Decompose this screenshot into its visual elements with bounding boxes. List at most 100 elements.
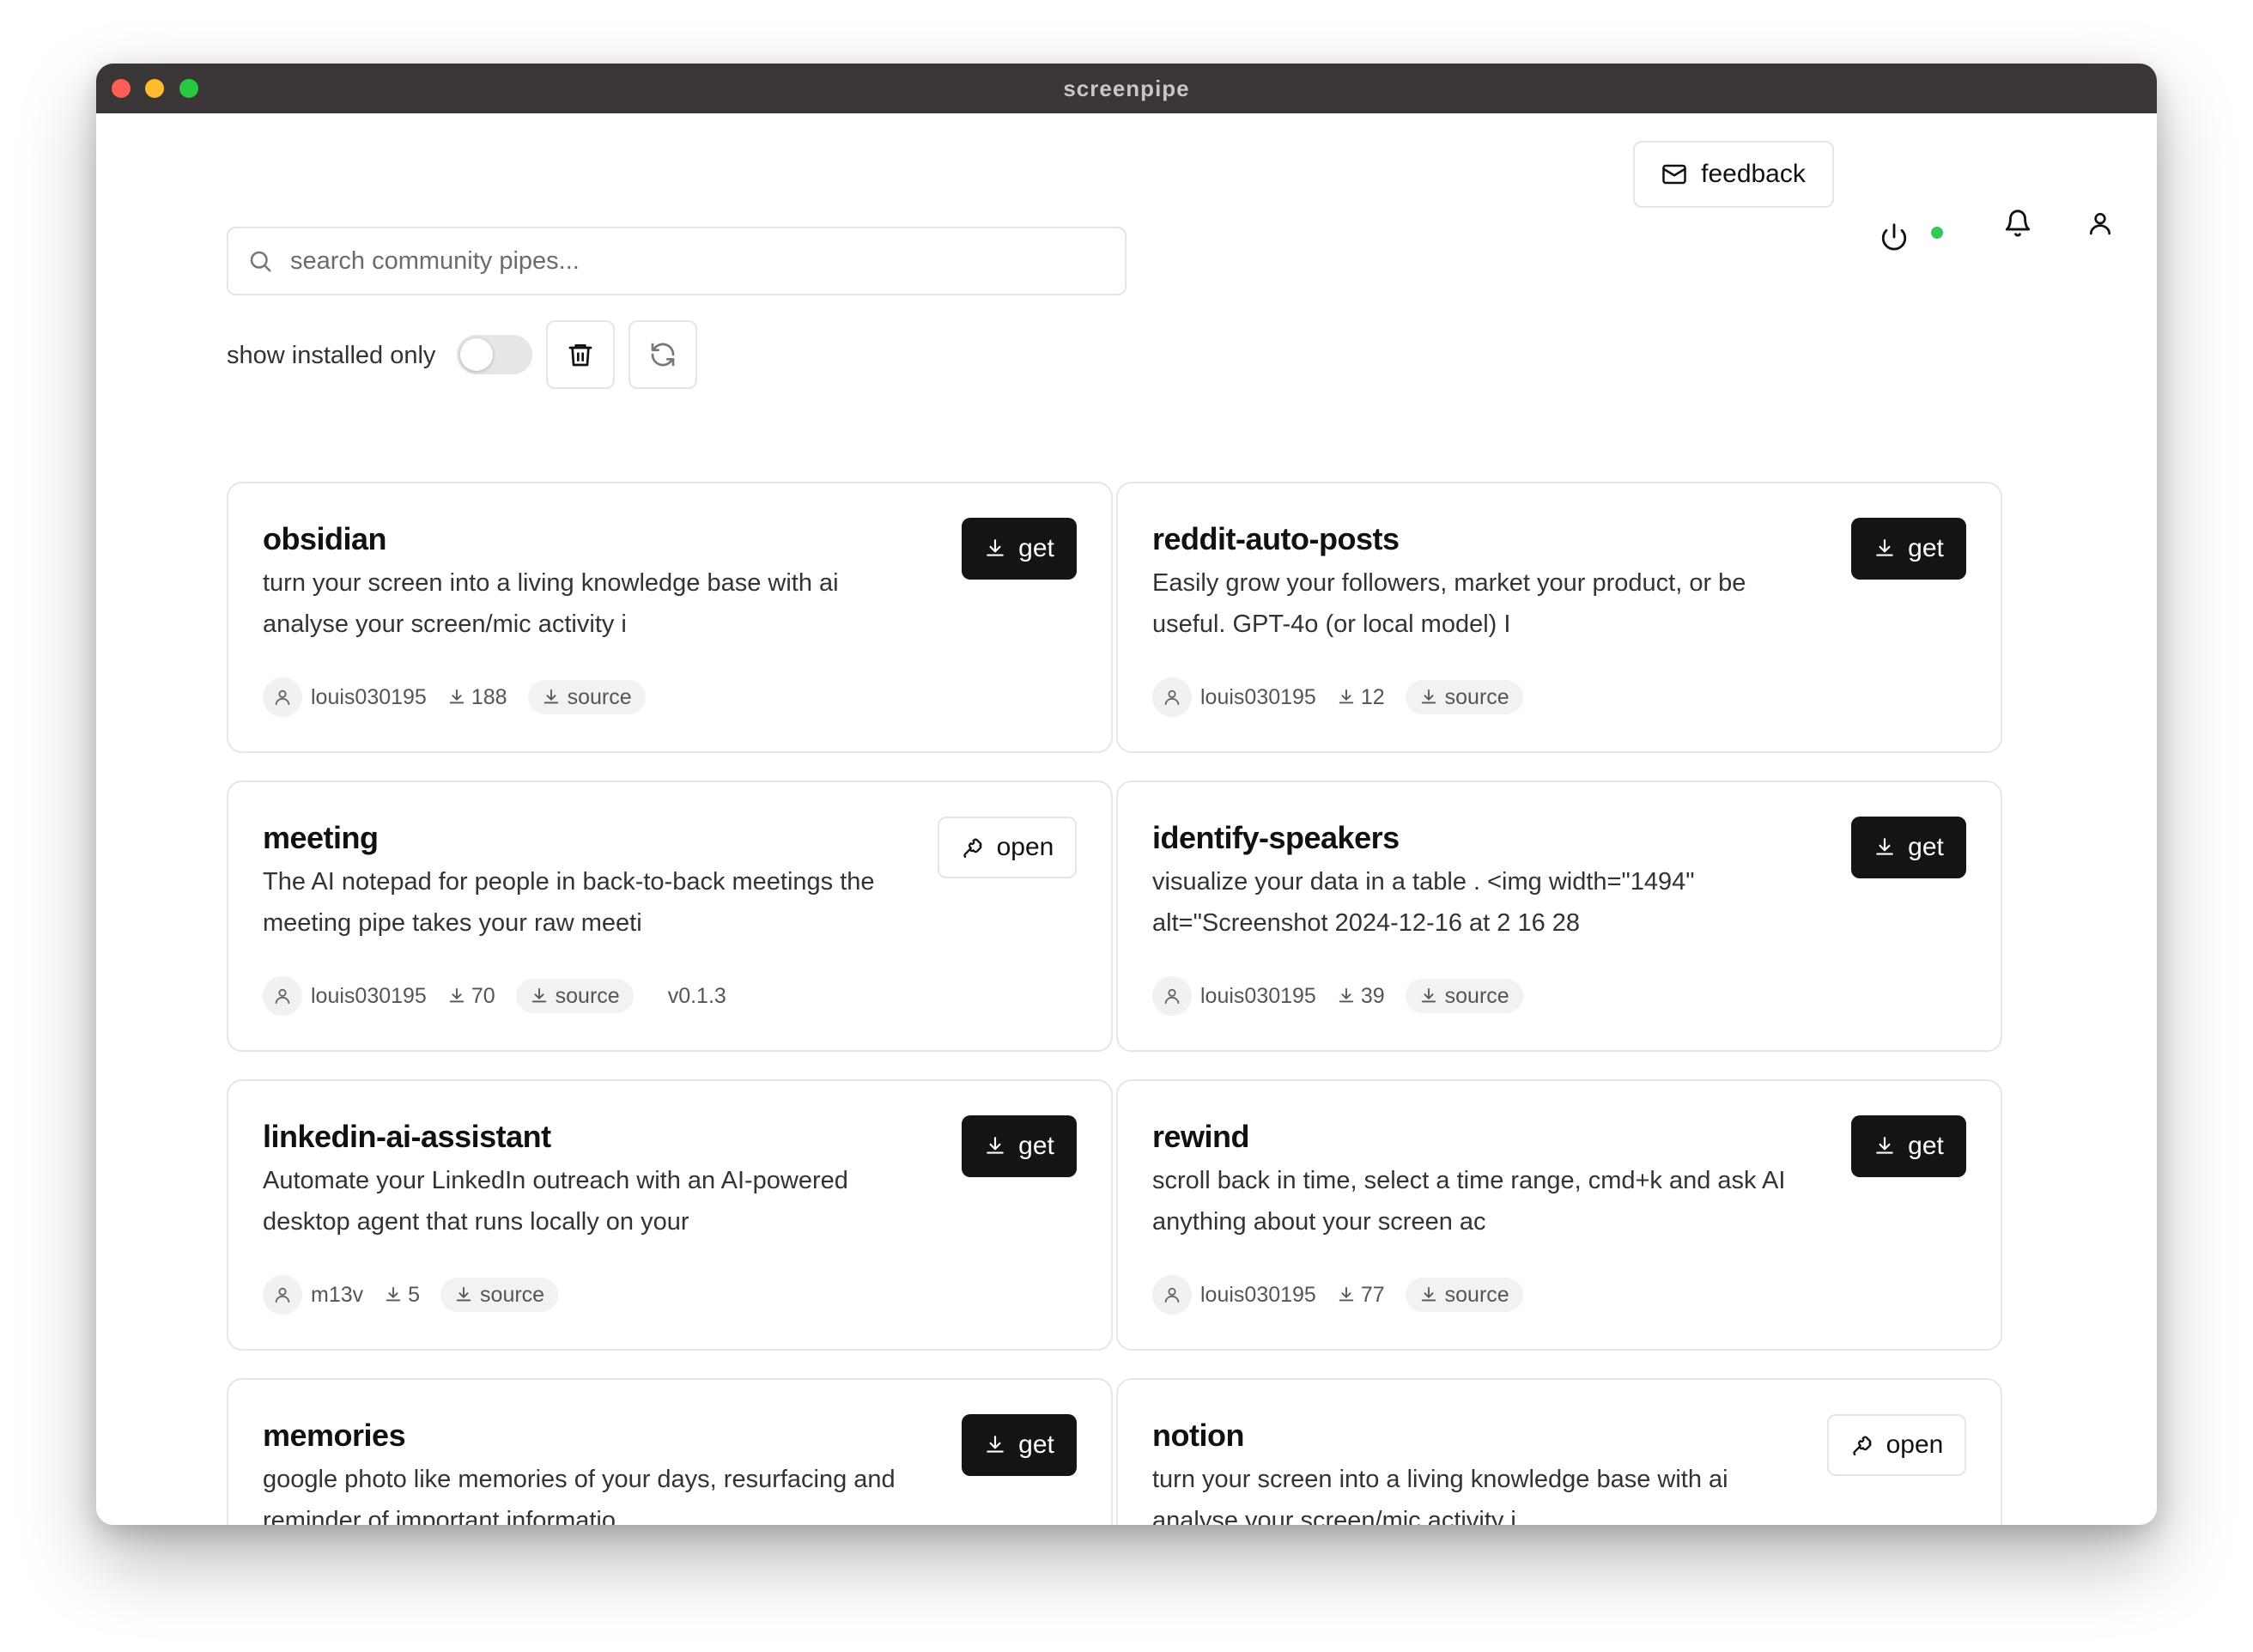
download-icon bbox=[1337, 688, 1356, 707]
pipe-description-line: analyse your screen/mic activity i bbox=[263, 610, 627, 638]
pipe-description-line: scroll back in time, select a time range… bbox=[1152, 1167, 1786, 1194]
get-button[interactable]: get bbox=[962, 1414, 1077, 1476]
source-link[interactable]: source bbox=[1405, 979, 1523, 1013]
pipe-name: linkedin-ai-assistant bbox=[263, 1119, 551, 1154]
delete-button[interactable] bbox=[546, 320, 615, 389]
power-icon[interactable] bbox=[1875, 218, 1913, 256]
pipe-card-meeting[interactable]: meeting The AI notepad for people in back… bbox=[227, 780, 1113, 1052]
search-icon bbox=[247, 248, 273, 274]
author-name: louis030195 bbox=[1200, 983, 1316, 1008]
feedback-button[interactable]: feedback bbox=[1633, 141, 1834, 208]
download-count: 77 bbox=[1337, 1283, 1385, 1308]
source-link[interactable]: source bbox=[515, 979, 634, 1013]
get-button[interactable]: get bbox=[962, 1115, 1077, 1177]
user-icon[interactable] bbox=[2081, 204, 2119, 242]
pipe-card-memories[interactable]: memories google photo like memories of yo… bbox=[227, 1378, 1113, 1525]
download-count-value: 77 bbox=[1360, 1282, 1385, 1307]
open-label: open bbox=[996, 833, 1054, 861]
title-bar: screenpipe bbox=[96, 64, 2157, 113]
download-count: 39 bbox=[1337, 984, 1385, 1009]
get-button[interactable]: get bbox=[962, 518, 1077, 580]
get-button[interactable]: get bbox=[1851, 1115, 1966, 1177]
version-label: v0.1.3 bbox=[667, 983, 726, 1008]
pipe-card-identify-speakers[interactable]: identify-speakers visualize your data in … bbox=[1116, 780, 2002, 1052]
pipe-card-linkedin-ai-assistant[interactable]: linkedin-ai-assistant Automate your Linke… bbox=[227, 1079, 1113, 1351]
download-icon bbox=[984, 538, 1006, 560]
pipe-name: memories bbox=[263, 1418, 406, 1453]
pipe-description-line: Automate your LinkedIn outreach with an … bbox=[263, 1167, 848, 1194]
puzzle-icon bbox=[961, 835, 985, 859]
pipe-description-line: analyse your screen/mic activity i bbox=[1152, 1507, 1516, 1525]
pipe-description-line: Easily grow your followers, market your … bbox=[1152, 569, 1746, 597]
search-box bbox=[227, 227, 1126, 295]
source-label: source bbox=[1444, 983, 1509, 1008]
pipe-description: google photo like memories of your days,… bbox=[263, 1459, 932, 1525]
bell-icon[interactable] bbox=[1999, 204, 2037, 242]
pipe-meta: louis030195 77 source bbox=[1152, 1275, 1523, 1315]
download-icon bbox=[1873, 1135, 1896, 1157]
show-installed-toggle[interactable] bbox=[457, 335, 532, 374]
pipe-name: notion bbox=[1152, 1418, 1244, 1453]
get-button[interactable]: get bbox=[1851, 518, 1966, 580]
download-icon bbox=[1873, 836, 1896, 859]
source-link[interactable]: source bbox=[1405, 680, 1523, 714]
download-icon bbox=[530, 987, 549, 1005]
author-name: louis030195 bbox=[311, 684, 427, 709]
app-window: screenpipe feedback show installed bbox=[96, 64, 2157, 1525]
pipe-description-line: turn your screen into a living knowledge… bbox=[1152, 1466, 1728, 1493]
pipe-name: identify-speakers bbox=[1152, 820, 1400, 855]
source-link[interactable]: source bbox=[527, 680, 646, 714]
author-name: m13v bbox=[311, 1282, 364, 1307]
get-label: get bbox=[1018, 1430, 1054, 1459]
source-link[interactable]: source bbox=[1405, 1278, 1523, 1312]
author-icon bbox=[263, 1275, 302, 1315]
source-label: source bbox=[480, 1282, 545, 1307]
pipe-card-obsidian[interactable]: obsidian turn your screen into a living k… bbox=[227, 482, 1113, 753]
pipe-description-line: visualize your data in a table . <img wi… bbox=[1152, 868, 1695, 896]
author-name: louis030195 bbox=[311, 983, 427, 1008]
download-icon bbox=[1419, 987, 1438, 1005]
pipe-card-rewind[interactable]: rewind scroll back in time, select a time… bbox=[1116, 1079, 2002, 1351]
download-icon bbox=[1419, 1285, 1438, 1304]
pipe-description-line: reminder of important informatio bbox=[263, 1507, 616, 1525]
pipe-card-notion[interactable]: notion turn your screen into a living kno… bbox=[1116, 1378, 2002, 1525]
pipe-card-reddit-auto-posts[interactable]: reddit-auto-posts Easily grow your follow… bbox=[1116, 482, 2002, 753]
download-count-value: 70 bbox=[471, 983, 495, 1008]
download-icon bbox=[1419, 688, 1438, 707]
download-count-value: 188 bbox=[471, 684, 507, 709]
search-input[interactable] bbox=[288, 234, 1125, 288]
source-label: source bbox=[1444, 1282, 1509, 1307]
pipe-description: visualize your data in a table . <img wi… bbox=[1152, 861, 1822, 944]
toggle-knob bbox=[460, 338, 493, 371]
puzzle-icon bbox=[1850, 1433, 1874, 1457]
pipe-description-line: useful. GPT-4o (or local model) I bbox=[1152, 610, 1511, 638]
download-icon bbox=[542, 688, 561, 707]
author-icon bbox=[263, 677, 302, 717]
source-label: source bbox=[1444, 684, 1509, 709]
refresh-button[interactable] bbox=[629, 320, 697, 389]
pipe-description: The AI notepad for people in back-to-bac… bbox=[263, 861, 932, 944]
open-button[interactable]: open bbox=[938, 817, 1077, 878]
window-title: screenpipe bbox=[1063, 76, 1190, 101]
source-link[interactable]: source bbox=[440, 1278, 559, 1312]
pipe-meta: louis030195 39 source bbox=[1152, 976, 1523, 1016]
get-label: get bbox=[1908, 833, 1944, 861]
pipe-description-line: google photo like memories of your days,… bbox=[263, 1466, 896, 1493]
pipe-name: rewind bbox=[1152, 1119, 1250, 1154]
download-count: 5 bbox=[384, 1283, 420, 1308]
get-label: get bbox=[1908, 1132, 1944, 1160]
get-button[interactable]: get bbox=[1851, 817, 1966, 878]
open-button[interactable]: open bbox=[1827, 1414, 1966, 1476]
status-indicator bbox=[1931, 227, 1943, 239]
main-content: feedback show installed only bbox=[96, 113, 2157, 1525]
pipe-description-line: The AI notepad for people in back-to-bac… bbox=[263, 868, 875, 896]
download-icon bbox=[454, 1285, 473, 1304]
download-count-value: 39 bbox=[1360, 983, 1385, 1008]
download-icon bbox=[1337, 1285, 1356, 1304]
author-icon bbox=[1152, 976, 1192, 1016]
pipe-name: reddit-auto-posts bbox=[1152, 521, 1400, 556]
author-icon bbox=[1152, 1275, 1192, 1315]
author-icon bbox=[263, 976, 302, 1016]
pipe-name: obsidian bbox=[263, 521, 387, 556]
pipe-description-line: desktop agent that runs locally on your bbox=[263, 1208, 689, 1236]
